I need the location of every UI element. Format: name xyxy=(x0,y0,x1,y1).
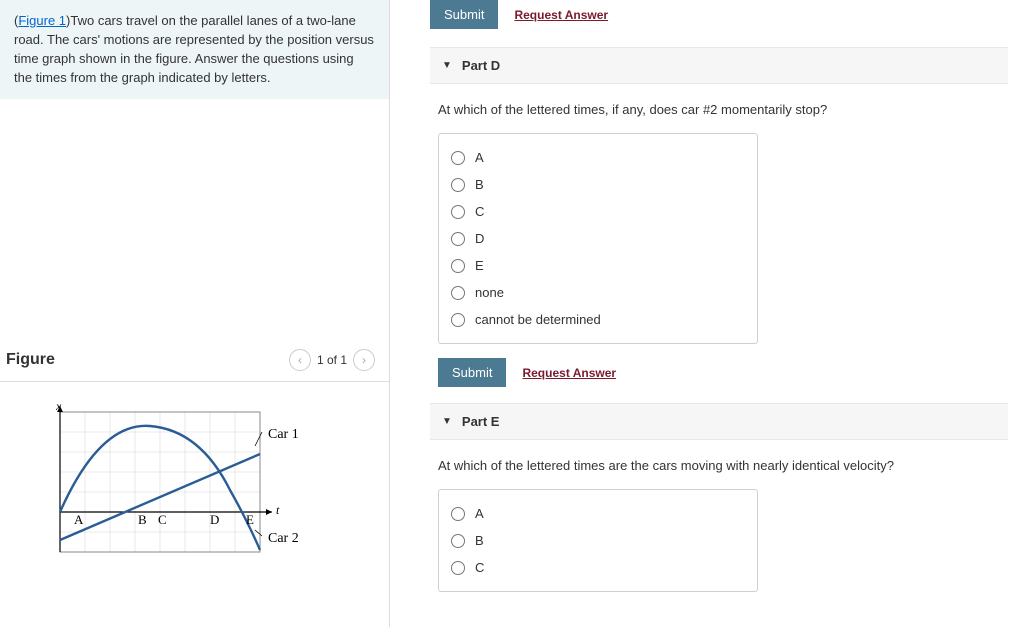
left-panel: (Figure 1)Two cars travel on the paralle… xyxy=(0,0,390,627)
part-e-header[interactable]: ▼ Part E xyxy=(430,403,1008,440)
figure-heading-row: Figure ‹ 1 of 1 › xyxy=(0,339,389,382)
option-row: none xyxy=(451,279,745,306)
pager-prev-button[interactable]: ‹ xyxy=(289,349,311,371)
problem-statement: (Figure 1)Two cars travel on the paralle… xyxy=(0,0,389,99)
car2-label: Car 2 xyxy=(268,531,299,546)
option-label: A xyxy=(475,150,484,165)
radio-d-a[interactable] xyxy=(451,151,465,165)
radio-d-none[interactable] xyxy=(451,286,465,300)
option-label: B xyxy=(475,177,484,192)
option-row: B xyxy=(451,171,745,198)
request-answer-link[interactable]: Request Answer xyxy=(522,366,616,380)
figure-link[interactable]: Figure 1 xyxy=(18,13,66,28)
option-row: D xyxy=(451,225,745,252)
radio-d-e[interactable] xyxy=(451,259,465,273)
position-time-graph: x t Car 1 Car 2 A B C D E xyxy=(30,402,340,572)
x-axis-label: t xyxy=(276,503,280,517)
radio-d-b[interactable] xyxy=(451,178,465,192)
figure-pager: ‹ 1 of 1 › xyxy=(289,349,375,371)
tick-e: E xyxy=(246,512,254,527)
part-e-question: At which of the lettered times are the c… xyxy=(438,458,1008,473)
tick-a: A xyxy=(74,512,84,527)
option-label: none xyxy=(475,285,504,300)
option-label: C xyxy=(475,204,484,219)
option-row: B xyxy=(451,527,745,554)
option-row: E xyxy=(451,252,745,279)
problem-text: )Two cars travel on the parallel lanes o… xyxy=(14,13,374,85)
right-panel: Submit Request Answer ▼ Part D At which … xyxy=(390,0,1024,627)
part-e-title: Part E xyxy=(462,414,500,429)
submit-button[interactable]: Submit xyxy=(438,358,506,387)
radio-e-c[interactable] xyxy=(451,561,465,575)
figure-graph: x t Car 1 Car 2 A B C D E xyxy=(0,382,389,595)
part-d-submit-row: Submit Request Answer xyxy=(438,358,1008,387)
option-label: cannot be determined xyxy=(475,312,601,327)
pager-next-button[interactable]: › xyxy=(353,349,375,371)
pager-text: 1 of 1 xyxy=(317,353,347,367)
collapse-icon: ▼ xyxy=(442,416,452,427)
tick-b: B xyxy=(138,512,147,527)
top-submit-row: Submit Request Answer xyxy=(430,0,1008,29)
part-d-question: At which of the lettered times, if any, … xyxy=(438,102,1008,117)
radio-d-d[interactable] xyxy=(451,232,465,246)
part-e-options: A B C xyxy=(438,489,758,592)
part-d-header[interactable]: ▼ Part D xyxy=(430,47,1008,84)
option-row: C xyxy=(451,198,745,225)
radio-e-b[interactable] xyxy=(451,534,465,548)
car1-label: Car 1 xyxy=(268,427,299,442)
option-label: B xyxy=(475,533,484,548)
request-answer-link[interactable]: Request Answer xyxy=(514,8,608,22)
option-row: C xyxy=(451,554,745,581)
option-label: E xyxy=(475,258,484,273)
submit-button[interactable]: Submit xyxy=(430,0,498,29)
part-d-options: A B C D E none cannot be determined xyxy=(438,133,758,344)
radio-e-a[interactable] xyxy=(451,507,465,521)
option-row: A xyxy=(451,144,745,171)
option-label: A xyxy=(475,506,484,521)
tick-c: C xyxy=(158,512,167,527)
radio-d-cbd[interactable] xyxy=(451,313,465,327)
tick-d: D xyxy=(210,512,219,527)
option-label: C xyxy=(475,560,484,575)
option-row: A xyxy=(451,500,745,527)
option-label: D xyxy=(475,231,484,246)
y-axis-label: x xyxy=(55,402,62,413)
collapse-icon: ▼ xyxy=(442,60,452,71)
option-row: cannot be determined xyxy=(451,306,745,333)
figure-title: Figure xyxy=(6,351,55,369)
part-d-title: Part D xyxy=(462,58,500,73)
radio-d-c[interactable] xyxy=(451,205,465,219)
